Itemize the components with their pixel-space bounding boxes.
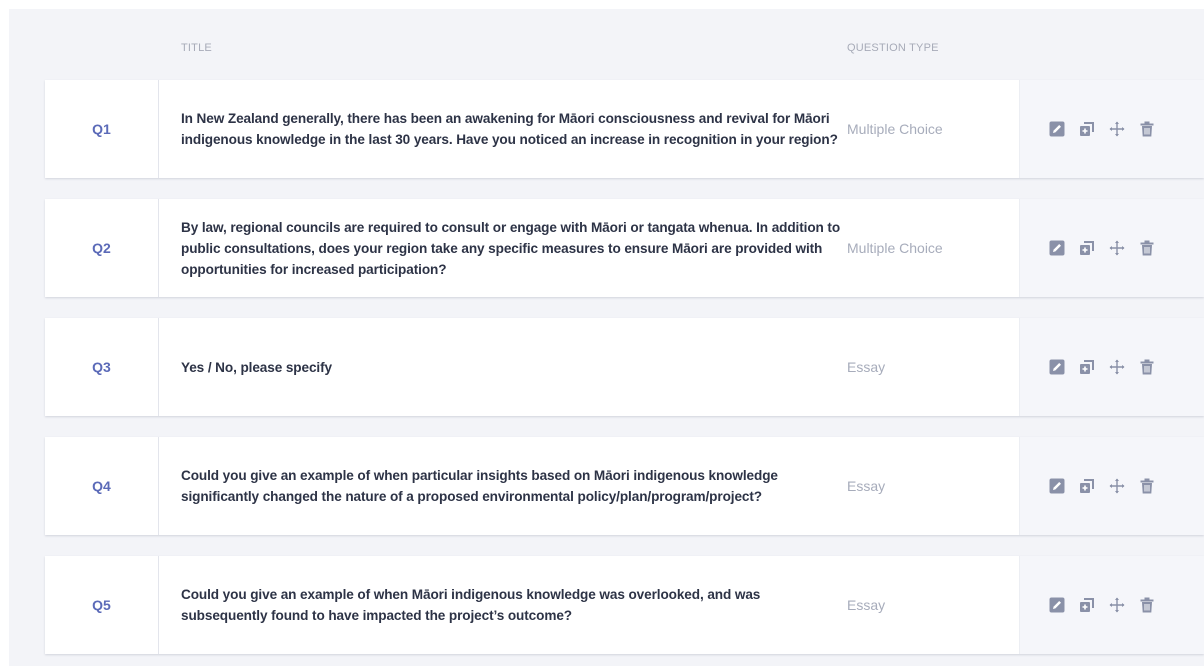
question-row-q5[interactable]: Q5 Could you give an example of when Māo… [45,556,1204,654]
question-title: Yes / No, please specify [181,359,332,375]
edit-icon[interactable] [1048,239,1066,257]
row-actions [1019,556,1204,654]
title-column-header: TITLE [181,42,212,54]
question-title: By law, regional councils are required t… [181,219,841,277]
edit-icon[interactable] [1048,477,1066,495]
edit-icon[interactable] [1048,358,1066,376]
question-row-q1[interactable]: Q1 In New Zealand generally, there has b… [45,80,1204,178]
delete-icon[interactable] [1138,477,1156,495]
question-title: Could you give an example of when partic… [181,468,778,504]
question-title: Could you give an example of when Māori … [181,587,761,623]
table-header: TITLE QUESTION TYPE [9,9,1204,79]
question-row-q2[interactable]: Q2 By law, regional councils are require… [45,199,1204,297]
move-icon[interactable] [1108,596,1126,614]
duplicate-icon[interactable] [1078,358,1096,376]
question-row-q3[interactable]: Q3 Yes / No, please specify Essay [45,318,1204,416]
row-actions [1019,80,1204,178]
duplicate-icon[interactable] [1078,477,1096,495]
delete-icon[interactable] [1138,358,1156,376]
duplicate-icon[interactable] [1078,596,1096,614]
duplicate-icon[interactable] [1078,239,1096,257]
questions-panel: TITLE QUESTION TYPE Q1 In New Zealand ge… [9,9,1204,666]
question-title-cell: Yes / No, please specify [159,318,846,416]
question-type: Multiple Choice [847,121,943,137]
question-title-cell: In New Zealand generally, there has been… [159,80,846,178]
question-number: Q5 [45,556,159,654]
edit-icon[interactable] [1048,596,1066,614]
edit-icon[interactable] [1048,120,1066,138]
question-type: Essay [847,597,886,613]
question-row-q4[interactable]: Q4 Could you give an example of when par… [45,437,1204,535]
move-icon[interactable] [1108,477,1126,495]
delete-icon[interactable] [1138,596,1156,614]
row-actions [1019,318,1204,416]
question-title: In New Zealand generally, there has been… [181,111,838,147]
question-type-column-header: QUESTION TYPE [847,42,939,54]
question-number: Q3 [45,318,159,416]
question-number: Q4 [45,437,159,535]
question-type: Multiple Choice [847,240,943,256]
delete-icon[interactable] [1138,120,1156,138]
move-icon[interactable] [1108,120,1126,138]
duplicate-icon[interactable] [1078,120,1096,138]
question-type: Essay [847,478,886,494]
question-title-cell: Could you give an example of when Māori … [159,556,846,654]
delete-icon[interactable] [1138,239,1156,257]
question-type: Essay [847,359,886,375]
row-actions [1019,199,1204,297]
question-title-cell: By law, regional councils are required t… [159,199,846,297]
question-number: Q2 [45,199,159,297]
question-number: Q1 [45,80,159,178]
question-title-cell: Could you give an example of when partic… [159,437,846,535]
move-icon[interactable] [1108,239,1126,257]
row-actions [1019,437,1204,535]
move-icon[interactable] [1108,358,1126,376]
